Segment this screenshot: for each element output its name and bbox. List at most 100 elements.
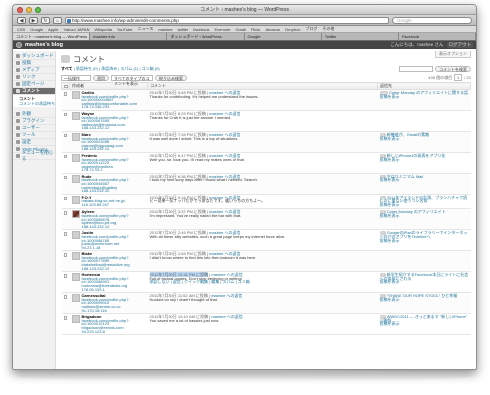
back-button[interactable]: ◀ bbox=[17, 16, 26, 24]
sidebar-item[interactable]: 設定 bbox=[13, 139, 55, 146]
filter-pending[interactable]: 承認待ち (0) bbox=[76, 66, 98, 71]
bookmark-item[interactable]: YouTube bbox=[117, 27, 133, 32]
author-ip[interactable]: 178.74.13.2 bbox=[82, 168, 146, 172]
view-post-link[interactable]: 投稿を表示 bbox=[380, 136, 469, 141]
bookmark-item[interactable]: Evernote bbox=[214, 27, 230, 32]
author-ip[interactable]: 178.74.146.214 bbox=[82, 105, 146, 109]
author-ip[interactable]: 188.143.232.12 bbox=[82, 266, 146, 271]
sidebar-item[interactable]: コメント bbox=[13, 88, 55, 95]
reload-button[interactable]: ↻ bbox=[41, 16, 50, 24]
row-checkbox[interactable] bbox=[63, 274, 67, 278]
row-checkbox[interactable] bbox=[63, 211, 67, 215]
row-checkbox[interactable] bbox=[63, 133, 67, 138]
filter-trash[interactable]: ゴミ箱 (0) bbox=[142, 66, 160, 71]
sidebar-item[interactable]: ユーザー bbox=[13, 125, 55, 132]
sidebar-item[interactable]: 外観 bbox=[13, 111, 55, 118]
wordpress-logo-icon[interactable] bbox=[16, 42, 22, 48]
sidebar-item[interactable]: リンク bbox=[13, 74, 55, 81]
bookmark-item[interactable]: Amazon bbox=[266, 27, 281, 32]
author-ip[interactable]: 91.170.18.116 bbox=[82, 308, 146, 313]
browser-tab[interactable]: コメント ‹ mashee's blog — WordPress bbox=[13, 33, 91, 40]
sidebar-item[interactable]: ツール bbox=[13, 132, 55, 139]
sidebar-item[interactable]: 固定ページ bbox=[13, 81, 55, 88]
author-ip[interactable]: 188.143.232.12 bbox=[82, 189, 146, 193]
avatar bbox=[71, 315, 80, 324]
bookmark-item[interactable]: twitter bbox=[178, 27, 189, 32]
bookmark-item[interactable]: Dropbox bbox=[285, 27, 300, 32]
filter-all[interactable]: すべて bbox=[61, 66, 73, 71]
view-post-link[interactable]: 投稿を表示 bbox=[380, 322, 469, 326]
row-checkbox[interactable] bbox=[63, 196, 67, 201]
row-checkbox[interactable] bbox=[63, 232, 67, 236]
browser-tab[interactable]: Google bbox=[244, 33, 322, 40]
bulk-action-select[interactable]: 一括操作 bbox=[61, 74, 91, 81]
row-checkbox[interactable] bbox=[63, 175, 67, 180]
row-select-cell bbox=[61, 229, 70, 252]
response-post-title[interactable]: Cyber Monday のアフィリエイトに関する話 bbox=[389, 90, 468, 95]
search-comments-button[interactable]: コメントを検索 bbox=[435, 66, 471, 72]
row-actions[interactable]: 承認しない | 返信 | クイック編集 | 編集 | スパム | ゴミ箱 bbox=[150, 280, 376, 284]
bookmark-item[interactable]: Google bbox=[30, 27, 43, 32]
submenu-item[interactable]: コメントの承認待ち bbox=[19, 101, 55, 106]
author-ip[interactable]: 188.143.232.12 bbox=[82, 147, 146, 151]
author-ip[interactable]: 94.23.1.18 bbox=[82, 245, 146, 250]
author-ip[interactable]: 188.143.232.12 bbox=[82, 224, 146, 229]
row-checkbox[interactable] bbox=[63, 112, 67, 117]
sidebar-item[interactable]: メニューを閉じる bbox=[13, 150, 55, 161]
row-checkbox[interactable] bbox=[63, 154, 67, 159]
view-post-link[interactable]: 投稿を表示 bbox=[380, 178, 469, 182]
row-checkbox[interactable] bbox=[63, 316, 67, 320]
filter-approved[interactable]: 承認済み bbox=[101, 66, 117, 71]
apply-button[interactable]: 適用 bbox=[93, 74, 109, 81]
screen-options-tab[interactable]: 表示オプション bbox=[435, 51, 471, 58]
row-checkbox[interactable] bbox=[63, 253, 67, 257]
author-ip[interactable]: 118.103.89.247 bbox=[82, 203, 126, 207]
row-checkbox[interactable] bbox=[63, 92, 67, 96]
blog-name[interactable]: mashee's blog bbox=[25, 42, 63, 48]
author-ip[interactable]: 94.229.123.8 bbox=[82, 329, 146, 334]
filter-button[interactable]: 絞り込み検索 bbox=[155, 74, 187, 81]
address-bar[interactable]: http://www.mashee.info/wp-admin/edit-com… bbox=[65, 16, 389, 24]
browser-tab[interactable]: Facebook bbox=[398, 33, 476, 40]
comment-type-select[interactable]: すべてのタイプのコメントを表示 bbox=[111, 74, 153, 86]
current-page-input[interactable]: 1 bbox=[454, 74, 463, 81]
bookmark-item[interactable]: ニュース bbox=[138, 26, 154, 32]
browser-tab[interactable]: ダッシュボード ‹ WordPress bbox=[167, 33, 245, 40]
select-all-header[interactable] bbox=[61, 82, 70, 90]
bookmark-item[interactable]: CSS bbox=[17, 27, 25, 32]
sidebar-item[interactable]: 投稿 bbox=[13, 60, 55, 67]
author-ip[interactable]: 178.95.193.1 bbox=[82, 287, 146, 292]
view-post-link[interactable]: 投稿を表示 bbox=[380, 203, 469, 207]
bookmark-item[interactable]: mashee bbox=[158, 27, 172, 32]
row-checkbox[interactable] bbox=[63, 295, 67, 299]
response-column-header[interactable]: 返信先 bbox=[377, 82, 471, 90]
view-post-link[interactable]: 投稿を表示 bbox=[380, 157, 469, 162]
bookmark-item[interactable]: Wikipedia bbox=[94, 27, 111, 32]
sidebar-item[interactable]: ダッシュボード bbox=[13, 53, 55, 60]
bookmark-item[interactable]: Gmail bbox=[236, 27, 246, 32]
bookmark-item[interactable]: ブログ bbox=[305, 26, 317, 32]
bookmark-item[interactable]: Apple bbox=[48, 27, 58, 32]
author-ip[interactable]: 188.143.232.12 bbox=[82, 126, 146, 130]
logout-link[interactable]: ログアウト bbox=[446, 42, 473, 48]
howdy-user[interactable]: こんにちは、mashee さん bbox=[390, 42, 443, 48]
view-post-link[interactable]: 投稿を表示 bbox=[380, 298, 469, 302]
view-post-link[interactable]: 投稿を表示 bbox=[380, 280, 469, 284]
view-post-link[interactable]: 投稿を表示 bbox=[380, 238, 469, 243]
comment-search-input[interactable] bbox=[399, 66, 433, 72]
browser-tab[interactable]: Twitter bbox=[321, 33, 399, 40]
browser-tab[interactable]: mashee.info bbox=[90, 33, 168, 40]
home-button[interactable]: ⌂ bbox=[53, 16, 62, 24]
view-post-link[interactable]: 投稿を表示 bbox=[380, 214, 469, 218]
bookmark-item[interactable]: Flickr bbox=[251, 27, 261, 32]
sidebar-item[interactable]: プラグイン bbox=[13, 118, 55, 125]
bookmark-item[interactable]: その他 bbox=[322, 26, 334, 32]
browser-search-input[interactable]: Google bbox=[392, 16, 472, 24]
filter-spam[interactable]: スパム (1) bbox=[120, 66, 138, 71]
bookmark-item[interactable]: Yahoo! JAPAN bbox=[63, 27, 89, 32]
bookmark-item[interactable]: facebook bbox=[193, 27, 209, 32]
forward-button[interactable]: ▶ bbox=[29, 16, 38, 24]
select-all-checkbox[interactable] bbox=[64, 84, 68, 89]
sidebar-item[interactable]: メディア bbox=[13, 67, 55, 74]
view-post-link[interactable]: 投稿を表示 bbox=[380, 94, 469, 99]
